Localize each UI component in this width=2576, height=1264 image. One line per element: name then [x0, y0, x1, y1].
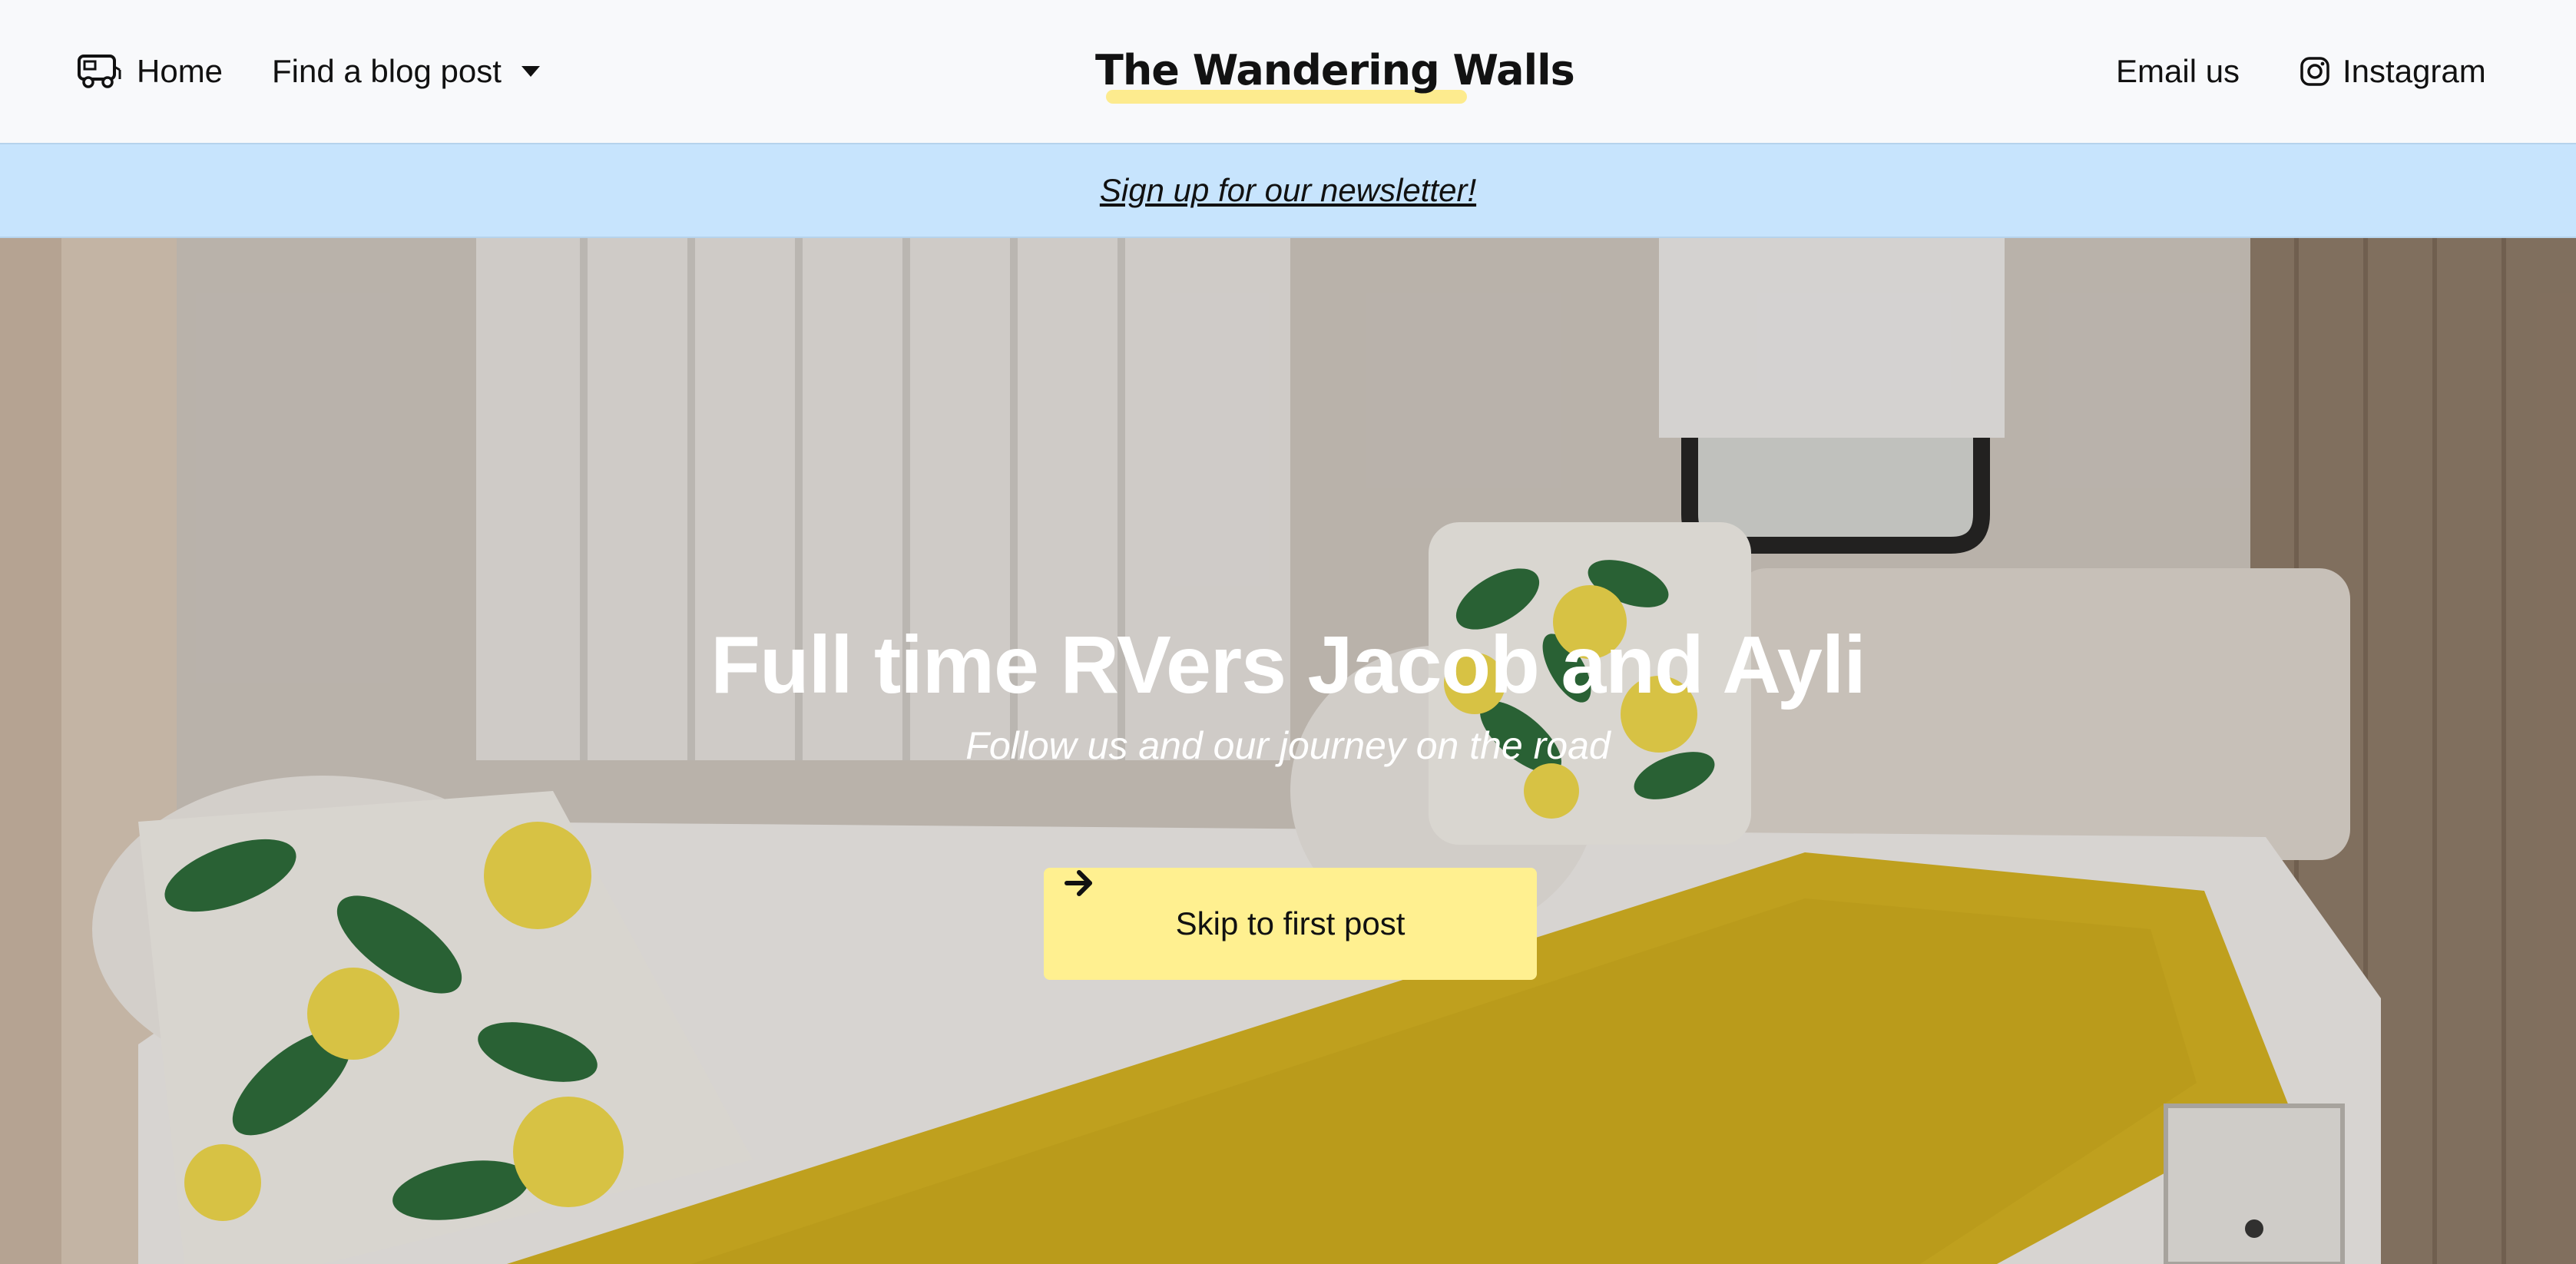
brand-title: The Wandering Walls — [1095, 46, 1575, 94]
hero-section: Full time RVers Jacob and Ayli Follow us… — [0, 238, 2576, 1264]
find-blog-post-dropdown[interactable]: Find a blog post — [272, 46, 540, 97]
nav-instagram-link[interactable]: Instagram — [2300, 46, 2486, 97]
find-blog-post-label: Find a blog post — [272, 53, 502, 89]
nav-home-label: Home — [137, 53, 223, 89]
top-navbar: Home Find a blog post The Wandering Wall… — [0, 0, 2576, 143]
skip-to-first-post-button[interactable]: Skip to first post — [1044, 868, 1537, 980]
newsletter-signup-link[interactable]: Sign up for our newsletter! — [1100, 172, 1476, 209]
site-brand-logo[interactable]: The Wandering Walls — [1095, 41, 1575, 111]
nav-email-link[interactable]: Email us — [2116, 46, 2240, 97]
arrow-right-icon — [1065, 870, 1092, 896]
nav-instagram-label: Instagram — [2343, 53, 2486, 89]
skip-to-first-post-label: Skip to first post — [1175, 905, 1406, 941]
rv-camper-icon — [78, 55, 121, 88]
hero-subtitle: Follow us and our journey on the road — [965, 724, 1611, 767]
hero-title: Full time RVers Jacob and Ayli — [710, 620, 1866, 710]
caret-down-icon — [521, 66, 540, 77]
nav-home-link[interactable]: Home — [77, 46, 223, 97]
instagram-icon — [2300, 57, 2329, 86]
newsletter-banner: Sign up for our newsletter! — [0, 143, 2576, 238]
